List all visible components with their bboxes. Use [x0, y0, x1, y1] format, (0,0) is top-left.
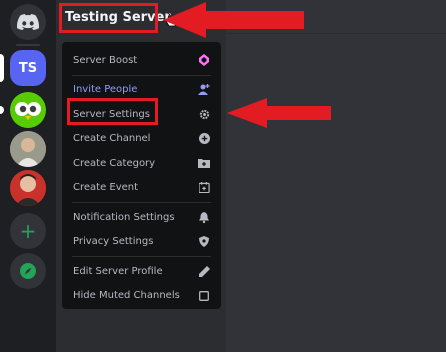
- add-person-icon: [198, 84, 210, 96]
- server-dropdown-menu: Server Boost Invite People Server Settin…: [62, 42, 221, 309]
- plus-icon: +: [19, 219, 37, 243]
- rail-separator: [16, 44, 40, 46]
- menu-item-privacy-settings[interactable]: Privacy Settings: [68, 230, 215, 255]
- server-icon-duolingo[interactable]: [10, 92, 46, 128]
- menu-item-label: Server Boost: [73, 54, 138, 66]
- menu-item-server-boost[interactable]: Server Boost: [68, 48, 215, 73]
- server-rail: TS +: [0, 0, 56, 352]
- menu-item-label: Hide Muted Channels: [73, 290, 180, 302]
- boost-gem-icon: [198, 54, 210, 67]
- menu-item-label: Create Channel: [73, 133, 151, 145]
- discord-logo-icon: [17, 14, 39, 30]
- pencil-icon: [198, 265, 210, 277]
- menu-separator: [72, 256, 211, 257]
- compass-icon: [20, 263, 36, 279]
- main-chat-area: [226, 0, 446, 352]
- menu-separator: [72, 202, 211, 203]
- person-photo-icon: [10, 131, 46, 167]
- menu-item-label: Edit Server Profile: [73, 265, 163, 277]
- gear-icon: [198, 108, 210, 120]
- explore-servers-button[interactable]: [10, 253, 46, 289]
- unread-pill: [0, 106, 4, 114]
- server-initials: TS: [18, 60, 38, 76]
- selected-server-pill: [0, 54, 4, 82]
- shield-icon: [198, 236, 210, 248]
- menu-item-label: Invite People: [73, 84, 138, 96]
- folder-plus-icon: [198, 157, 210, 169]
- menu-item-create-event[interactable]: Create Event: [68, 176, 215, 201]
- calendar-plus-icon: [198, 182, 210, 194]
- person-photo-icon: [10, 170, 46, 206]
- menu-item-create-category[interactable]: Create Category: [68, 151, 215, 176]
- annotation-box-server-settings: [67, 98, 158, 125]
- add-server-button[interactable]: +: [10, 213, 46, 249]
- plus-circle-icon: [198, 133, 210, 145]
- server-icon-photo-1[interactable]: [10, 131, 46, 167]
- menu-item-notification-settings[interactable]: Notification Settings: [68, 205, 215, 230]
- checkbox-icon[interactable]: [198, 290, 210, 302]
- annotation-arrow-icon: [227, 98, 331, 128]
- menu-item-label: Privacy Settings: [73, 236, 154, 248]
- discord-home-button[interactable]: [10, 4, 46, 40]
- annotation-box-server-name: [59, 3, 158, 33]
- menu-item-create-channel[interactable]: Create Channel: [68, 127, 215, 152]
- bell-icon: [198, 211, 210, 223]
- menu-item-label: Notification Settings: [73, 211, 175, 223]
- menu-item-label: Create Event: [73, 182, 139, 194]
- menu-separator: [72, 74, 211, 76]
- server-icon-photo-2[interactable]: [10, 170, 46, 206]
- server-icon-testing-server[interactable]: TS: [10, 50, 46, 86]
- menu-item-edit-server-profile[interactable]: Edit Server Profile: [68, 259, 215, 284]
- menu-item-hide-muted-channels[interactable]: Hide Muted Channels: [68, 284, 215, 309]
- menu-item-label: Create Category: [73, 157, 156, 169]
- annotation-arrow-icon: [163, 2, 304, 38]
- owl-avatar-icon: [15, 102, 41, 120]
